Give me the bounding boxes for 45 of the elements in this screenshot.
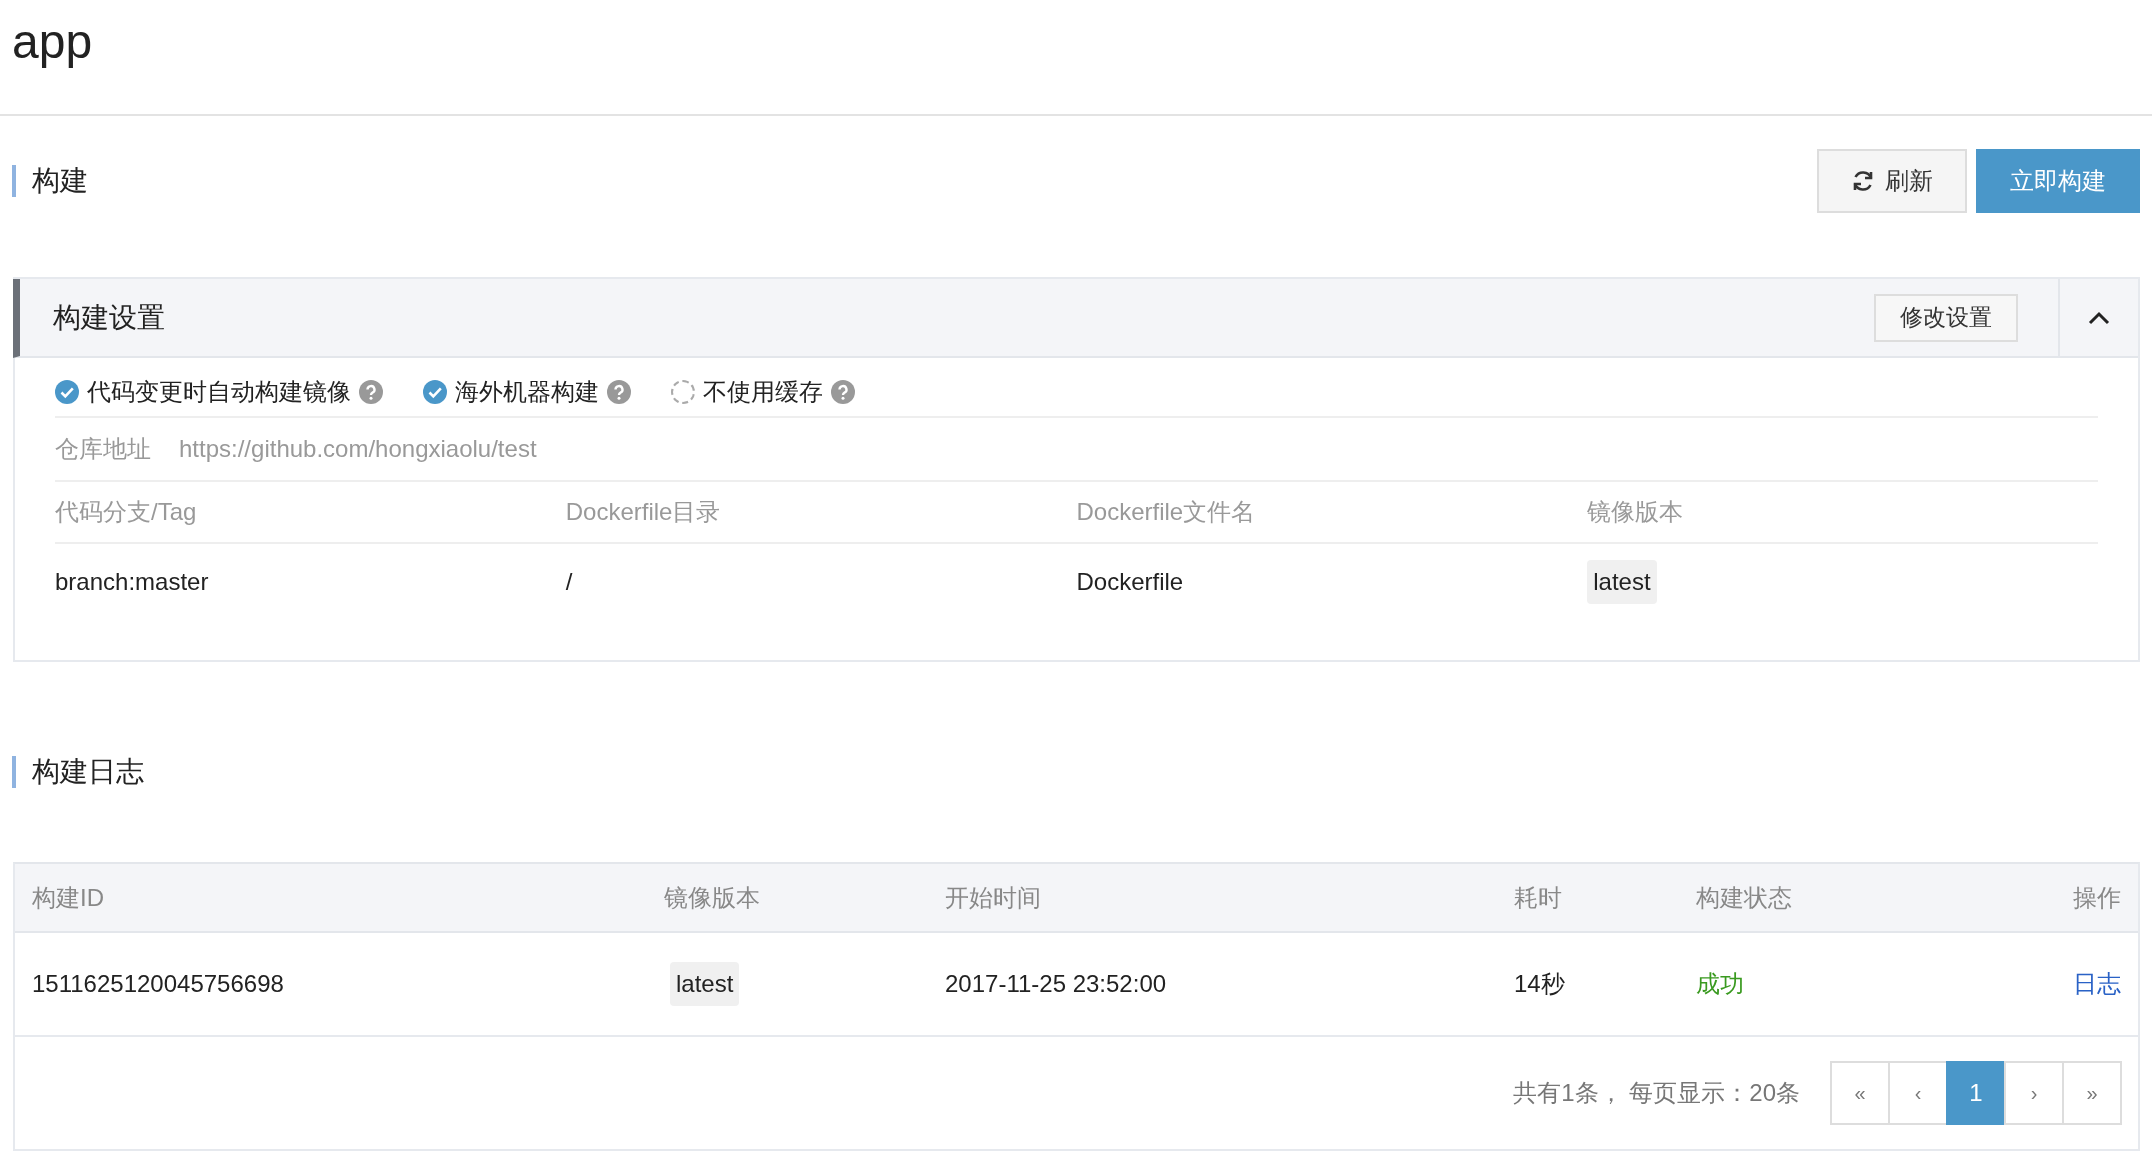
checkbox[interactable] xyxy=(671,380,695,404)
column-header: 镜像版本 xyxy=(1587,497,1684,527)
table-cell: / xyxy=(565,568,573,596)
build-now-button[interactable]: 立即构建 xyxy=(1976,148,2140,213)
option-label: 不使用缓存 xyxy=(703,377,823,407)
log-link[interactable]: 日志 xyxy=(2073,968,2121,1000)
status-text: 成功 xyxy=(1696,969,1744,999)
column-header: 构建ID xyxy=(32,882,104,913)
section-heading: 构建 xyxy=(12,164,88,197)
column-header: 操作 xyxy=(2073,882,2121,913)
page-button[interactable]: » xyxy=(2062,1061,2122,1125)
field-label: 仓库地址 xyxy=(55,434,151,464)
column-header: 代码分支/Tag xyxy=(55,497,197,527)
option-label: 海外机器构建 xyxy=(455,377,599,407)
panel-title: 构建设置 xyxy=(52,300,166,335)
version-tag: latest xyxy=(670,962,740,1006)
table-cell: Dockerfile xyxy=(1076,568,1184,596)
option-label: 代码变更时自动构建镜像 xyxy=(87,377,351,407)
page-button[interactable]: 1 xyxy=(1946,1061,2006,1125)
pagination-summary: 共有1条， 每页显示：20条 xyxy=(1513,1078,1800,1108)
table-cell-text: 14秒 xyxy=(1514,969,1565,999)
column-header: 镜像版本 xyxy=(664,882,760,913)
column-header: 耗时 xyxy=(1514,882,1562,913)
table-cell: 2017-11-25 23:52:00 xyxy=(945,970,1167,998)
column-header: 构建状态 xyxy=(1696,882,1792,913)
page-button[interactable]: › xyxy=(2004,1061,2064,1125)
table-cell: branch:master xyxy=(55,568,209,596)
edit-settings-button[interactable]: 修改设置 xyxy=(1874,293,2018,342)
refresh-button[interactable]: 刷新 xyxy=(1817,148,1967,213)
page-title: app xyxy=(12,14,93,69)
help-icon[interactable] xyxy=(831,380,855,404)
refresh-icon xyxy=(1851,168,1875,193)
column-header: Dockerfile文件名 xyxy=(1076,497,1256,527)
help-icon[interactable] xyxy=(359,380,383,404)
checkbox[interactable] xyxy=(55,380,79,404)
table-cell: 1511625120045756698 xyxy=(32,970,284,998)
repository-url: https://github.com/hongxiaolu/test xyxy=(179,435,537,463)
checkbox[interactable] xyxy=(423,380,447,404)
section-heading: 构建日志 xyxy=(12,756,144,788)
page-button[interactable]: « xyxy=(1830,1061,1890,1125)
column-header: Dockerfile目录 xyxy=(565,497,721,527)
version-tag: latest xyxy=(1587,560,1657,604)
column-header: 开始时间 xyxy=(945,882,1041,913)
page-button[interactable]: ‹ xyxy=(1888,1061,1948,1125)
help-icon[interactable] xyxy=(607,380,631,404)
